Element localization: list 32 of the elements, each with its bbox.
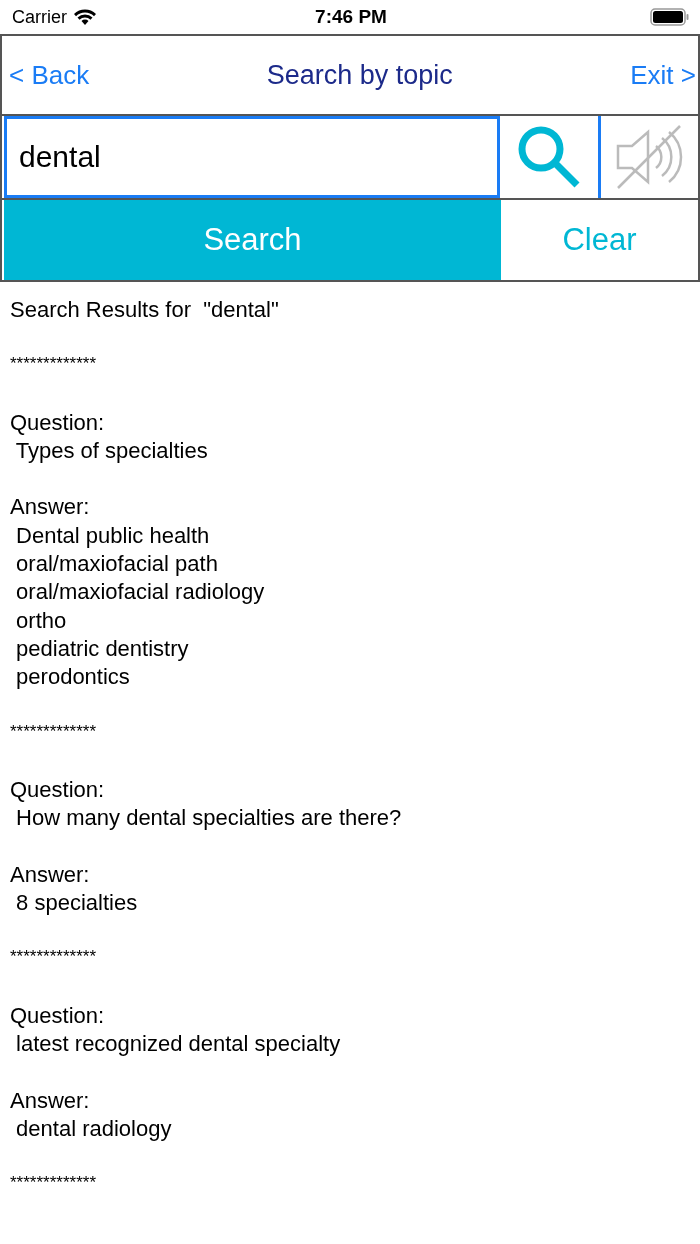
question-label: Question: <box>10 775 106 804</box>
battery-icon <box>650 8 690 26</box>
answer-label: Answer: <box>10 860 91 889</box>
answer-text: oral/maxiofacial radiology <box>15 578 266 607</box>
answer-text: oral/maxiofacial path <box>15 550 219 579</box>
answer-label: Answer: <box>10 1086 91 1115</box>
wifi-icon <box>73 8 97 26</box>
separator-text: ************* <box>10 946 97 969</box>
answer-text: perodontics <box>15 663 131 692</box>
search-field[interactable]: dental <box>4 116 500 198</box>
separator-text: ************* <box>10 1172 97 1195</box>
answer-text: 8 specialties <box>15 889 139 918</box>
separator-text: ************* <box>10 353 97 376</box>
back-link[interactable]: < Back <box>9 59 90 91</box>
question-text: Types of specialties <box>14 436 209 465</box>
screen-title: Search by topic <box>266 59 453 91</box>
search-button[interactable]: Search <box>4 200 501 280</box>
question-label: Question: <box>10 1001 106 1030</box>
results-heading: Search Results for "dental" <box>10 296 280 324</box>
answer-text: pediatric dentistry <box>15 634 190 663</box>
answer-text: ortho <box>15 606 68 635</box>
carrier-name: Carrier <box>12 6 67 28</box>
answer-text: Dental public health <box>15 521 211 550</box>
answer-text: dental radiology <box>15 1114 173 1143</box>
question-label: Question: <box>10 408 106 437</box>
clock-time: 7:46 PM <box>315 6 387 28</box>
question-text: latest recognized dental specialty <box>15 1029 342 1058</box>
answer-label: Answer: <box>10 493 91 522</box>
exit-link[interactable]: Exit > <box>630 59 696 91</box>
muted-speaker-icon <box>614 124 685 190</box>
question-text: How many dental specialties are there? <box>15 804 403 833</box>
separator-text: ************* <box>10 720 97 743</box>
